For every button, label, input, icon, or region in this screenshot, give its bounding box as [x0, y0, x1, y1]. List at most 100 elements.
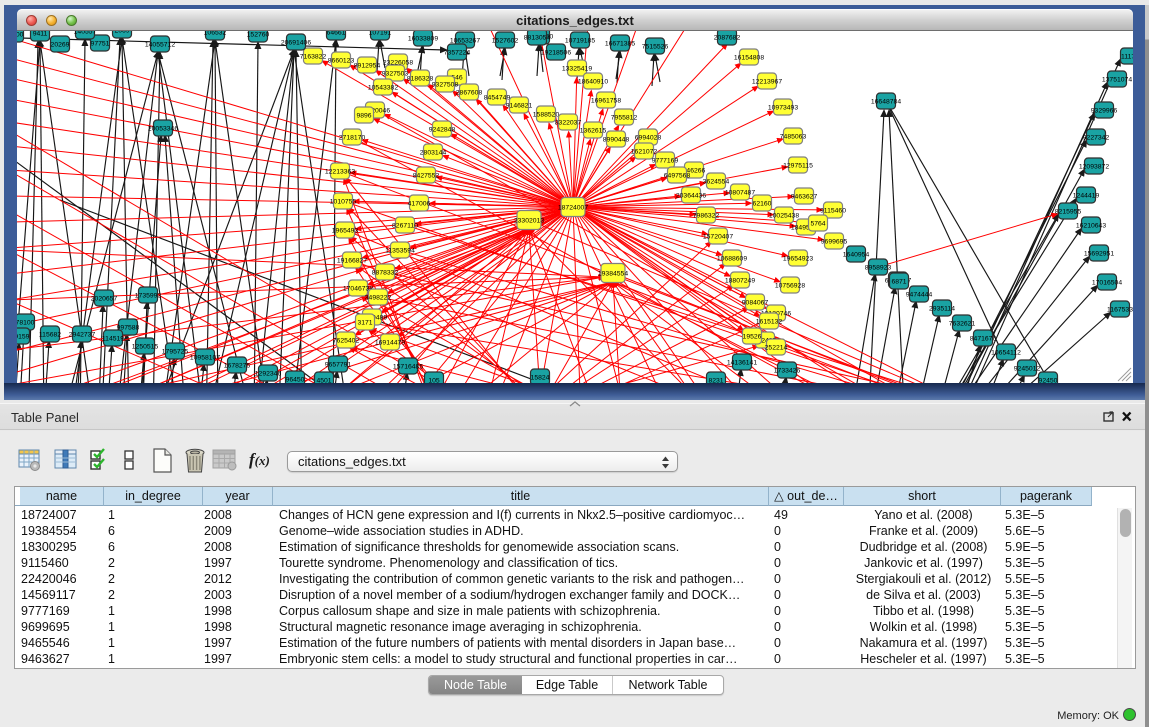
svg-text:15692951: 15692951 [1084, 251, 1114, 258]
svg-text:8990448: 8990448 [603, 137, 630, 144]
svg-text:9777169: 9777169 [652, 158, 679, 165]
svg-text:18640910: 18640910 [578, 79, 608, 86]
svg-text:1733426: 1733426 [774, 368, 801, 375]
svg-text:18807249: 18807249 [725, 278, 755, 285]
svg-text:105: 105 [428, 378, 440, 384]
svg-text:10688609: 10688609 [717, 256, 747, 263]
svg-text:7955812: 7955812 [611, 115, 638, 122]
svg-text:16671385: 16671385 [605, 41, 635, 48]
svg-text:6871: 6871 [891, 279, 906, 286]
svg-text:1588520: 1588520 [533, 112, 560, 119]
svg-text:9411: 9411 [33, 31, 48, 38]
svg-text:2718170: 2718170 [339, 135, 366, 142]
svg-text:17016504: 17016504 [1092, 280, 1122, 287]
svg-text:3171: 3171 [357, 320, 372, 327]
svg-text:417006: 417006 [408, 201, 431, 208]
svg-text:1244419: 1244419 [1073, 193, 1100, 200]
svg-text:9329966: 9329966 [1091, 108, 1118, 115]
svg-text:3624554: 3624554 [703, 179, 730, 186]
svg-text:8912954: 8912954 [354, 63, 381, 70]
svg-text:23302013: 23302013 [514, 218, 544, 225]
svg-text:8660123: 8660123 [328, 58, 355, 65]
svg-text:9896: 9896 [356, 113, 371, 120]
svg-text:1640954: 1640954 [843, 252, 870, 259]
svg-text:8427552: 8427552 [413, 173, 440, 180]
svg-text:2867608: 2867608 [456, 90, 483, 97]
svg-text:2803144: 2803144 [420, 150, 447, 157]
svg-text:9084067: 9084067 [742, 300, 769, 307]
svg-text:9327508: 9327508 [432, 82, 459, 89]
svg-text:10654112: 10654112 [991, 350, 1021, 357]
svg-text:9242848: 9242848 [429, 127, 456, 134]
svg-text:10958107: 10958107 [190, 355, 220, 362]
svg-text:8454749: 8454749 [484, 95, 511, 102]
svg-text:1527602: 1527602 [492, 38, 519, 45]
svg-text:10719185: 10719185 [565, 38, 595, 45]
svg-text:9657791: 9657791 [325, 362, 352, 369]
svg-text:12975115: 12975115 [783, 163, 813, 170]
svg-text:9227342: 9227342 [1083, 135, 1110, 142]
svg-text:1795725: 1795725 [162, 349, 189, 356]
svg-text:13325419: 13325419 [562, 66, 592, 73]
svg-text:78100: 78100 [17, 320, 35, 327]
svg-text:2087682: 2087682 [714, 35, 741, 42]
svg-text:1167533: 1167533 [1107, 307, 1133, 314]
svg-text:16961758: 16961758 [591, 98, 621, 105]
svg-text:16914479: 16914479 [375, 340, 405, 347]
svg-text:8231: 8231 [708, 378, 723, 384]
svg-text:20364436: 20364436 [676, 193, 706, 200]
svg-text:10025438: 10025438 [769, 213, 799, 220]
svg-text:115682: 115682 [39, 332, 61, 339]
svg-text:16154808: 16154808 [734, 55, 764, 62]
svg-text:1010755: 1010755 [330, 199, 357, 206]
svg-text:1965493: 1965493 [332, 228, 359, 235]
svg-text:9699695: 9699695 [821, 239, 848, 246]
svg-text:16648784: 16648784 [871, 99, 901, 106]
svg-text:9463627: 9463627 [791, 194, 818, 201]
svg-text:39159: 39159 [17, 334, 30, 341]
svg-text:11353594: 11353594 [385, 248, 415, 255]
svg-text:19166827: 19166827 [337, 258, 367, 265]
svg-text:16210643: 16210643 [1076, 223, 1106, 230]
svg-text:3498222: 3498222 [365, 295, 392, 302]
svg-text:1292346: 1292346 [255, 371, 282, 378]
svg-text:8215955: 8215955 [1055, 209, 1082, 216]
svg-text:107191: 107191 [369, 31, 392, 37]
svg-text:7357224: 7357224 [444, 50, 471, 57]
svg-text:8958923: 8958923 [865, 265, 892, 272]
svg-text:97751: 97751 [91, 41, 110, 48]
svg-text:14055712: 14055712 [145, 42, 175, 49]
svg-text:8322037: 8322037 [555, 120, 582, 127]
svg-text:10973493: 10973493 [768, 105, 798, 112]
svg-text:10543382: 10543382 [368, 85, 398, 92]
svg-text:8267110: 8267110 [392, 223, 418, 230]
svg-text:1735993: 1735993 [135, 293, 162, 300]
svg-text:1678275: 1678275 [224, 363, 251, 370]
svg-text:106532: 106532 [204, 31, 227, 37]
svg-text:7986322: 7986322 [693, 213, 720, 220]
svg-text:8813054: 8813054 [524, 35, 551, 42]
svg-text:12213363: 12213363 [325, 169, 355, 176]
svg-text:14136141: 14136141 [727, 360, 757, 367]
svg-text:20269: 20269 [51, 42, 70, 49]
svg-text:4501: 4501 [316, 378, 331, 384]
svg-text:140557: 140557 [74, 31, 97, 36]
svg-text:9115460: 9115460 [820, 208, 846, 215]
svg-text:2935114: 2935114 [929, 306, 955, 313]
svg-text:8471676: 8471676 [970, 336, 997, 343]
svg-text:7632621: 7632621 [949, 321, 976, 328]
svg-text:5764: 5764 [810, 221, 825, 228]
svg-text:9327503: 9327503 [382, 71, 409, 78]
svg-text:62160: 62160 [753, 201, 772, 208]
svg-text:96450: 96450 [286, 377, 305, 384]
svg-text:9474444: 9474444 [906, 292, 933, 299]
svg-text:8186328: 8186328 [407, 76, 434, 83]
svg-text:1362615: 1362615 [580, 128, 607, 135]
svg-text:15824: 15824 [531, 375, 550, 382]
svg-text:10756928: 10756928 [775, 283, 805, 290]
svg-text:19218506: 19218506 [541, 50, 571, 57]
svg-text:6994028: 6994028 [635, 135, 662, 142]
svg-text:152760: 152760 [247, 32, 270, 39]
svg-text:19526: 19526 [743, 334, 762, 341]
svg-text:20691406: 20691406 [281, 40, 311, 47]
